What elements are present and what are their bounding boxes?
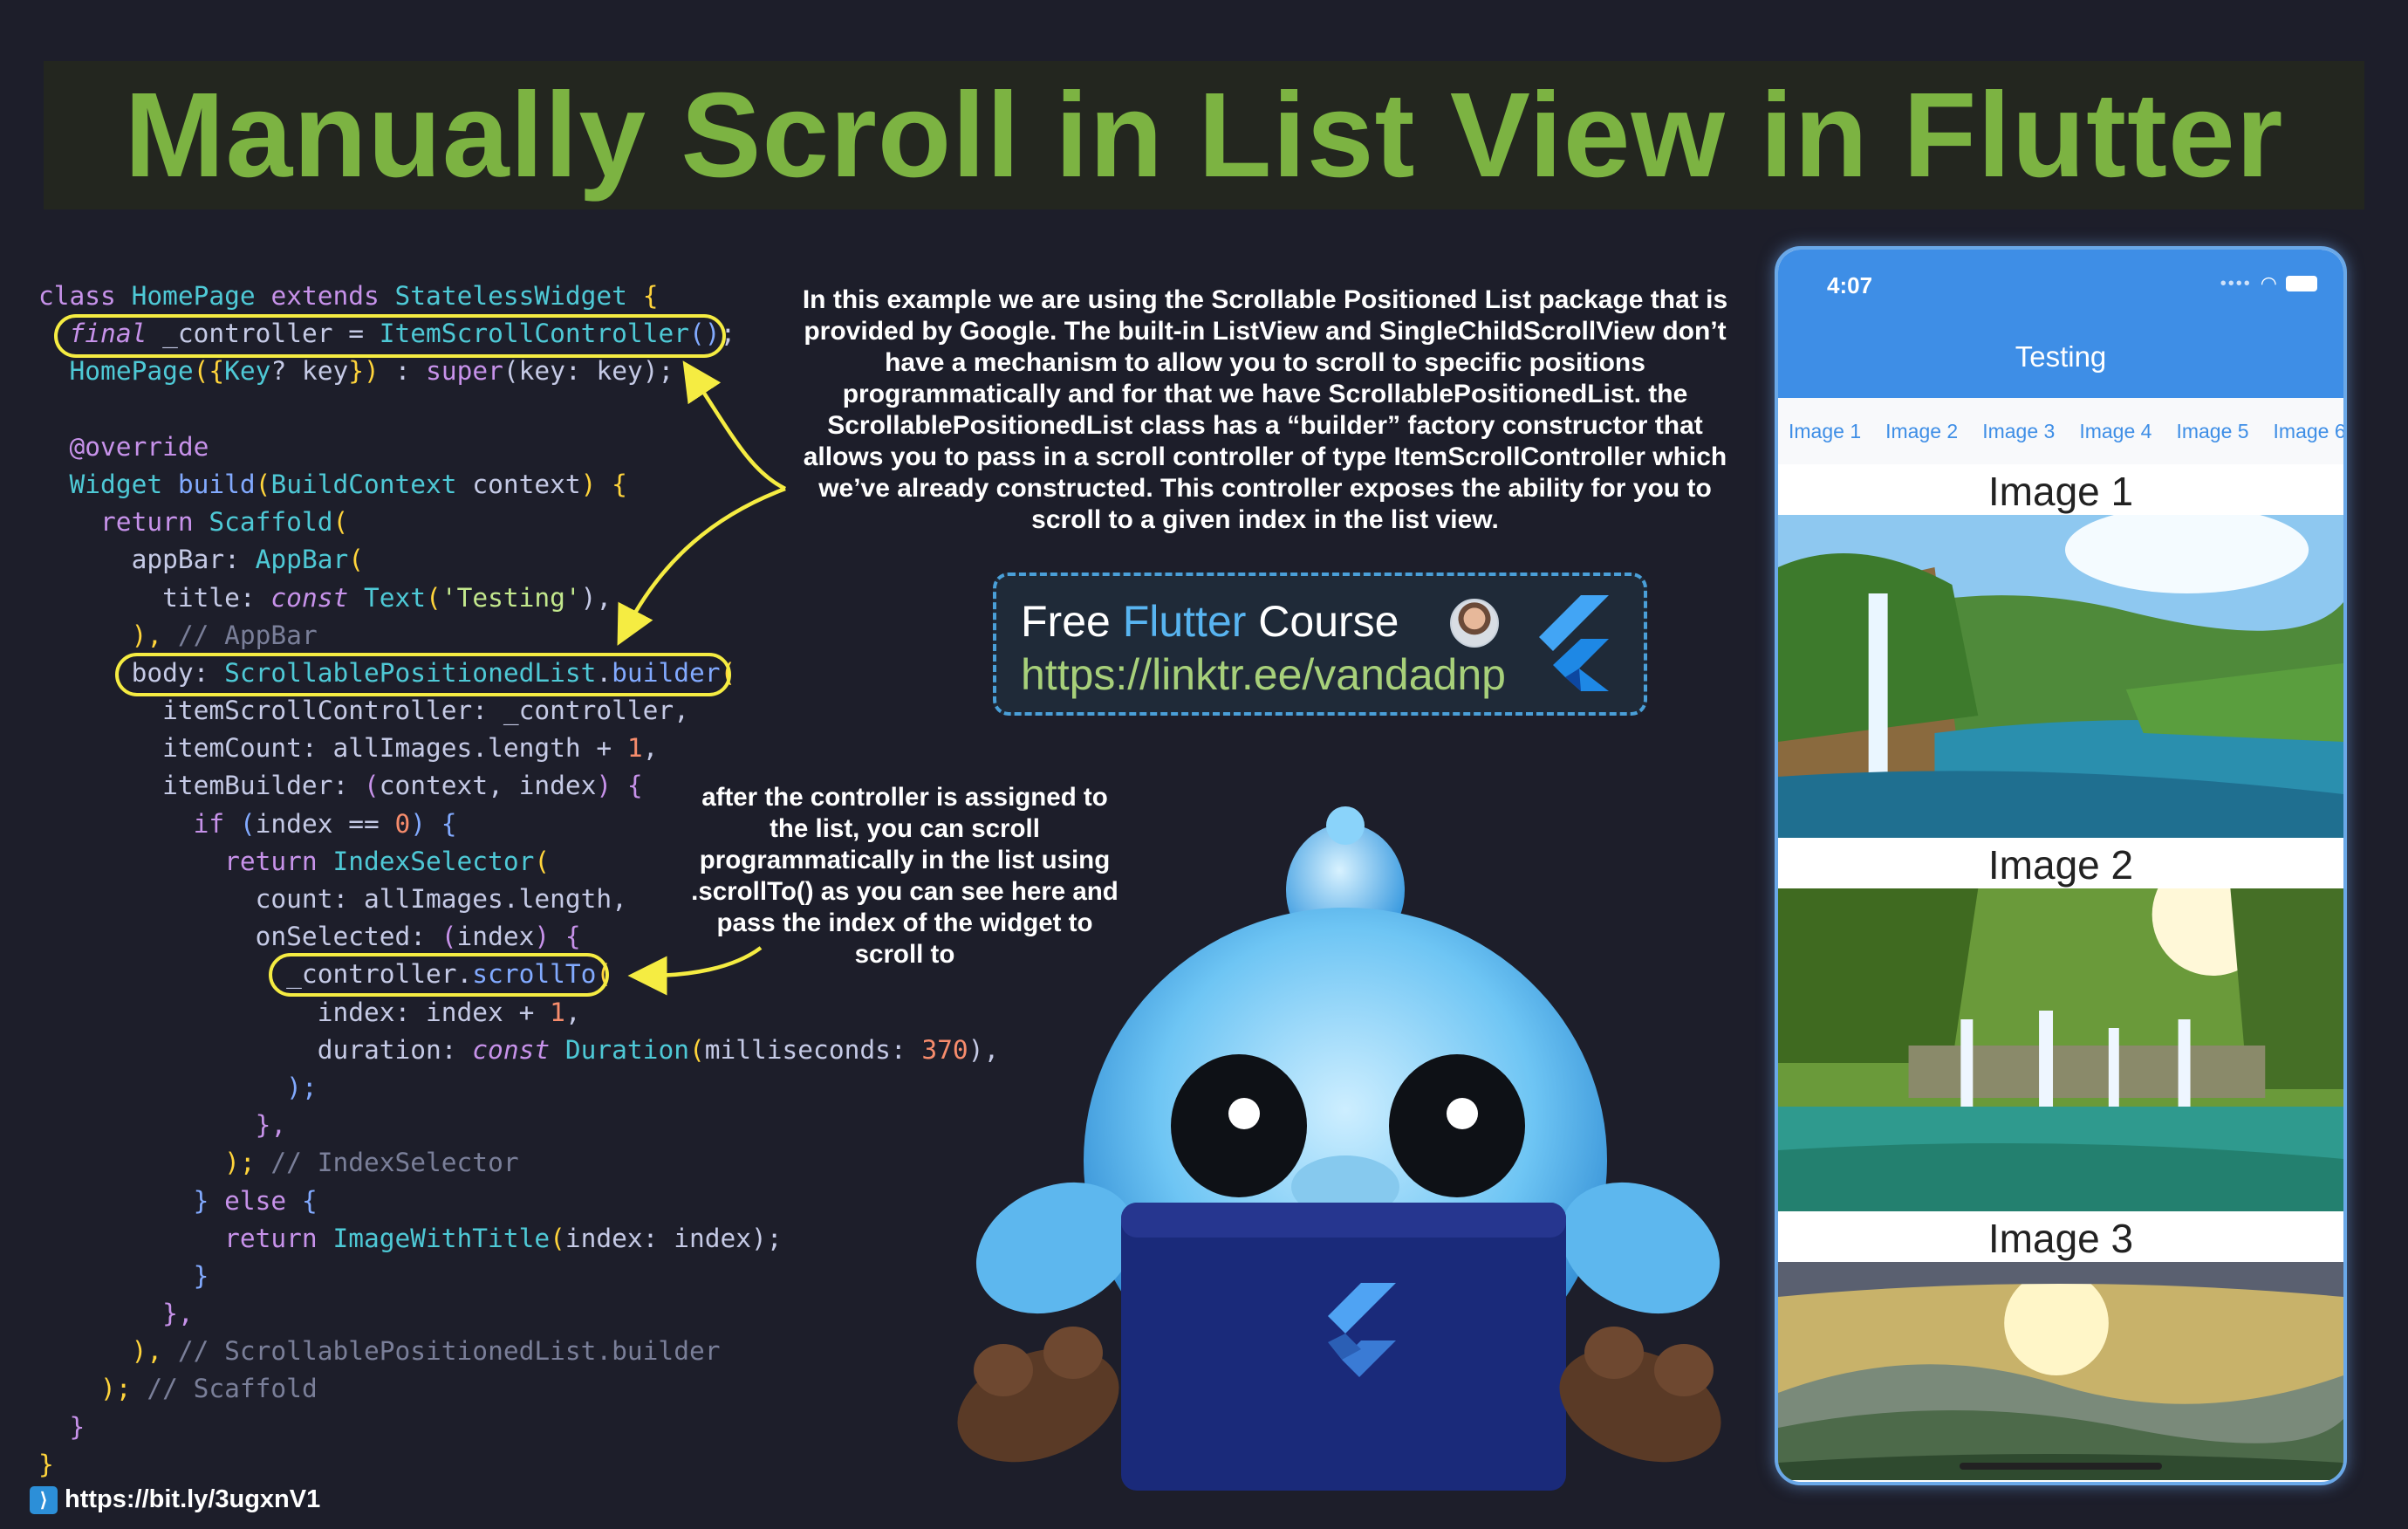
dash-mascot-illustration	[957, 806, 1721, 1491]
signal-icon: ••••	[2220, 273, 2252, 293]
index-tab[interactable]: Image 1	[1789, 420, 1861, 443]
battery-icon	[2286, 276, 2317, 291]
image-list[interactable]: Image 1 Image 2 Image 3	[1778, 464, 2343, 1480]
status-icons: •••• ◠	[2220, 272, 2317, 295]
index-tab[interactable]: Image 4	[2079, 420, 2151, 443]
image-title: Image 2	[1778, 838, 2343, 888]
app-bar: 4:07 •••• ◠ Testing	[1778, 250, 2343, 398]
image-title: Image 3	[1778, 1211, 2343, 1262]
bottom-link-text[interactable]: https://bit.ly/3ugxnV1	[65, 1485, 320, 1514]
app-title: Testing	[2015, 340, 2107, 373]
image-title: Image 1	[1778, 464, 2343, 515]
bottom-link[interactable]: ⟩ https://bit.ly/3ugxnV1	[30, 1485, 320, 1514]
arrow-to-controller	[682, 360, 787, 491]
index-tab[interactable]: Image 6	[2274, 420, 2343, 443]
index-tab[interactable]: Image 2	[1885, 420, 1958, 443]
scene-image-waterfall-lake	[1778, 515, 2343, 838]
scene-image-forest-waterfalls	[1778, 888, 2343, 1211]
explanation-text: In this example we are using the Scrolla…	[802, 285, 1728, 534]
flutter-logo-icon	[1539, 595, 1609, 691]
home-indicator	[1960, 1463, 2162, 1470]
author-avatar	[1450, 599, 1499, 648]
index-tab[interactable]: Image 3	[1982, 420, 2055, 443]
vscode-icon: ⟩	[30, 1485, 58, 1514]
course-box[interactable]: Free Flutter Course https://linktr.ee/va…	[993, 573, 1647, 716]
status-time: 4:07	[1827, 272, 1873, 298]
phone-mockup: 4:07 •••• ◠ Testing Image 1 Image 2 Image …	[1775, 246, 2347, 1485]
arrow-to-builder	[617, 486, 786, 646]
wifi-icon: ◠	[2260, 272, 2277, 294]
index-tab[interactable]: Image 5	[2176, 420, 2248, 443]
image-index-selector: Image 1 Image 2 Image 3 Image 4 Image 5 Image…	[1778, 398, 2343, 464]
scene-image-mountain-sunrise	[1778, 1262, 2343, 1480]
